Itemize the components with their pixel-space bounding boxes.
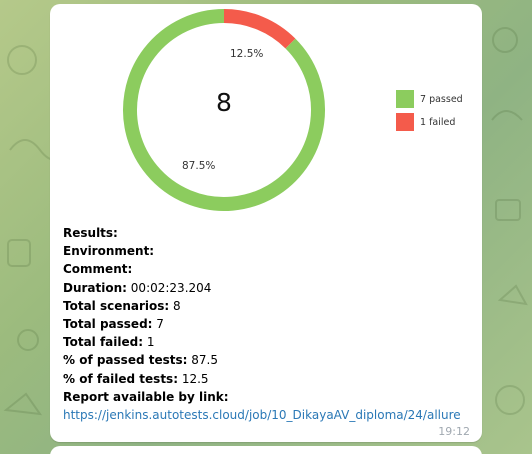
scenarios-line: Total scenarios: 8: [63, 298, 181, 313]
report-link-line: https://jenkins.autotests.cloud/job/10_D…: [63, 406, 473, 424]
report-text: Results: Environment: Comment: Duration:…: [63, 224, 473, 424]
chart-legend: 7 passed 1 failed: [396, 90, 463, 136]
legend-item-passed: 7 passed: [396, 90, 463, 108]
passed-value: 7: [156, 317, 164, 332]
report-link-label-line: Report available by link:: [63, 389, 229, 404]
results-line: Results:: [63, 226, 118, 240]
duration-line: Duration: 00:02:23.204: [63, 280, 212, 295]
donut-center-total: 8: [216, 88, 232, 117]
failed-line: Total failed: 1: [63, 335, 155, 350]
scenarios-value: 8: [173, 298, 181, 313]
message-timestamp: 19:12: [438, 425, 470, 438]
pct-failed-value: 12.5: [181, 371, 209, 386]
legend-swatch-passed: [396, 90, 414, 108]
legend-swatch-failed: [396, 113, 414, 131]
report-link[interactable]: https://jenkins.autotests.cloud/job/10_D…: [63, 408, 461, 422]
legend-item-failed: 1 failed: [396, 113, 463, 131]
legend-label-failed: 1 failed: [420, 116, 456, 128]
pct-passed-line: % of passed tests: 87.5: [63, 353, 218, 368]
legend-label-passed: 7 passed: [420, 93, 463, 105]
pct-passed-value: 87.5: [191, 353, 218, 368]
passed-line: Total passed: 7: [63, 317, 164, 332]
test-results-chart: 8 12.5% 87.5% 7 passed 1 failed: [50, 4, 482, 222]
message-bubble: 8 12.5% 87.5% 7 passed 1 failed Results:…: [50, 4, 482, 442]
environment-line: Environment:: [63, 244, 155, 259]
failed-value: 1: [146, 335, 155, 350]
duration-value: 00:02:23.204: [130, 280, 212, 295]
slice-label-failed: 12.5%: [230, 48, 264, 60]
slice-label-passed: 87.5%: [182, 160, 216, 172]
next-message-bubble: [50, 446, 482, 454]
pct-failed-line: % of failed tests: 12.5: [63, 371, 209, 386]
comment-line: Comment:: [63, 262, 133, 277]
donut-slice-failed: [223, 9, 296, 49]
